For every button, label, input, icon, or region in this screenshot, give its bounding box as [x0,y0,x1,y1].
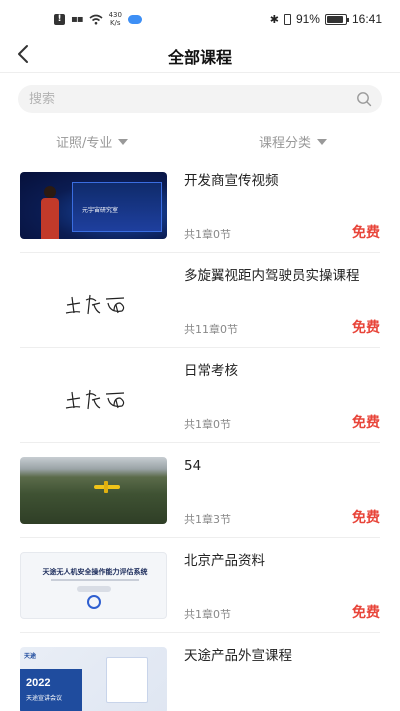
caret-down-icon [118,138,129,145]
course-item[interactable]: 天途无人机安全操作能力评估系统 北京产品资料 共1章0节 免费 [0,538,400,633]
handwritten-signature [65,294,125,315]
status-left: ! ▪▪ 430 K/s [54,11,142,27]
course-thumbnail [20,362,167,429]
logo-icon [87,595,101,609]
page-title: 全部课程 [167,48,232,67]
filter-course-category-label: 课程分类 [259,135,312,151]
wifi-icon [89,14,103,24]
doc-badge [77,586,111,592]
course-title: 开发商宣传视频 [184,173,279,189]
filter-course-category[interactable]: 课程分类 [259,131,328,151]
course-thumbnail: 天途无人机安全操作能力评估系统 [20,552,167,619]
course-item[interactable]: 元宇宙研究室 开发商宣传视频 共1章0节 免费 [0,158,400,253]
status-right: ✱ 91% 16:41 [270,10,382,28]
course-thumbnail [20,267,167,334]
aircraft-wing [104,481,108,493]
course-title: 天途产品外宣课程 [184,648,292,664]
net-speed: 430 K/s [109,11,122,27]
course-price: 免费 [352,510,380,526]
thumbnail-caption: 天途宣讲会议 [26,695,63,702]
header-divider [0,72,400,73]
status-bar: ! ▪▪ 430 K/s ✱ 91% 16:41 [0,0,400,36]
presenter-head [44,186,56,198]
course-chapters: 共11章0节 [184,323,238,336]
bluetooth-icon: ✱ [269,13,279,26]
filter-license-major-label: 证照/专业 [56,135,113,151]
battery-icon [324,13,349,25]
course-chapters: 共1章0节 [184,228,231,241]
document-illustration [106,657,148,703]
course-thumbnail [20,457,167,524]
course-title: 北京产品资料 [184,553,265,569]
course-item[interactable]: 54 共1章3节 免费 [0,443,400,538]
course-thumbnail: 天途 2022 天途宣讲会议 [20,647,167,711]
course-title: 54 [184,458,202,474]
search-bar[interactable] [18,85,382,113]
cloud-icon [127,14,142,24]
filter-license-major[interactable]: 证照/专业 [56,131,129,151]
net-speed-value: 430 [108,11,122,19]
course-chapters: 共1章3节 [184,513,231,526]
handwritten-signature [65,389,125,410]
conference-banner [20,669,82,711]
course-item[interactable]: 日常考核 共1章0节 免费 [0,348,400,443]
header: 全部课程 [0,36,400,72]
course-thumbnail: 元宇宙研究室 [20,172,167,239]
message-icon: ▪▪ [71,13,84,25]
course-chapters: 共1章0节 [184,608,231,621]
course-item[interactable]: 多旋翼视距内驾驶员实操课程 共11章0节 免费 [0,253,400,348]
thumbnail-brand: 天途 [24,653,37,660]
thumbnail-caption: 天途无人机安全操作能力评估系统 [42,568,148,576]
course-title: 多旋翼视距内驾驶员实操课程 [184,268,360,284]
battery-percent: 91% [295,12,320,26]
battery-fill [326,15,344,23]
presenter-body [41,198,59,239]
clock: 16:41 [351,12,382,26]
course-title: 日常考核 [184,363,238,379]
course-price: 免费 [352,415,380,431]
course-item[interactable]: 天途 2022 天途宣讲会议 天途产品外宣课程 [0,633,400,711]
course-price: 免费 [352,320,380,336]
course-price: 免费 [352,605,380,621]
net-speed-unit: K/s [109,19,121,27]
doc-line [51,579,139,581]
thumbnail-caption: 元宇宙研究室 [82,207,119,214]
course-price: 免费 [352,225,380,241]
warning-icon: ! [54,13,65,25]
caret-down-icon [317,138,328,145]
search-input[interactable] [29,85,329,113]
search-icon[interactable] [356,91,372,107]
vibrate-icon [283,13,291,25]
course-chapters: 共1章0节 [184,418,231,431]
thumbnail-year: 2022 [26,677,51,689]
